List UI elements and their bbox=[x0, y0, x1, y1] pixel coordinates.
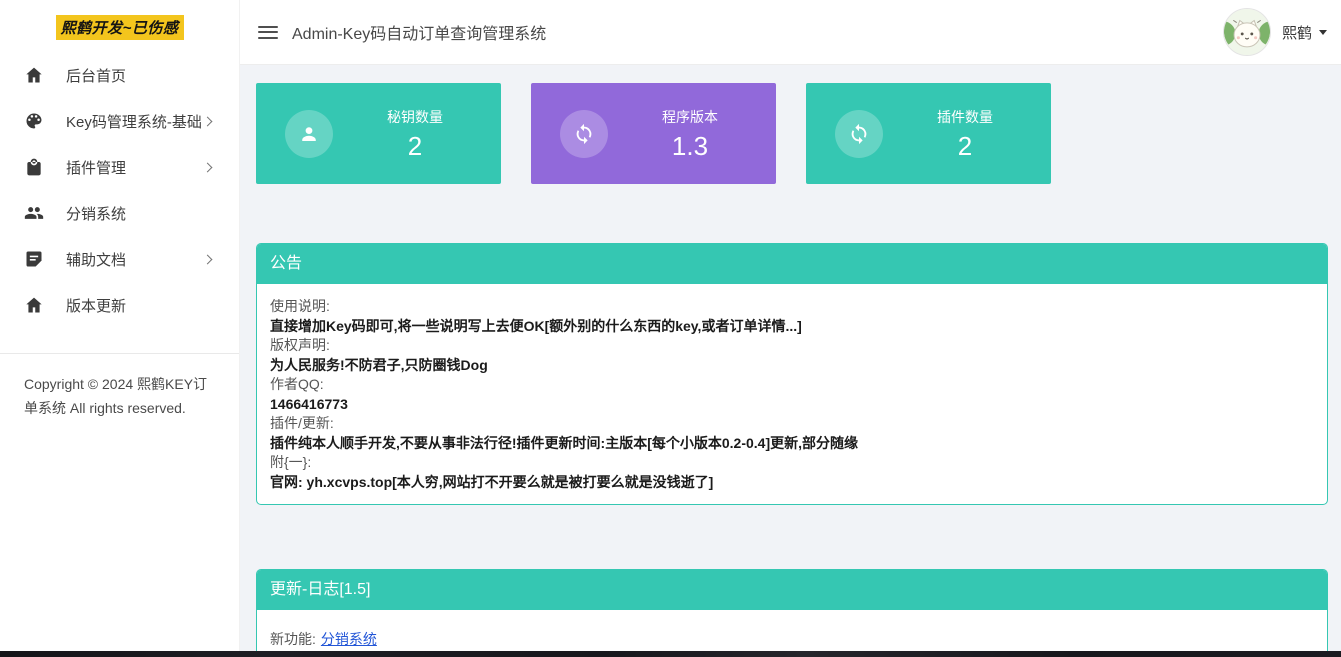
cat-avatar-image bbox=[1224, 9, 1270, 55]
distribution-system-link[interactable]: 分销系统 bbox=[321, 631, 377, 647]
changelog-panel: 更新-日志[1.5] 新功能: 分销系统 bbox=[256, 569, 1328, 657]
changelog-panel-title: 更新-日志[1.5] bbox=[257, 570, 1327, 610]
sidebar-nav: 后台首页 Key码管理系统-基础插件管理分销系统辅助文档版本更新 bbox=[0, 52, 239, 328]
announcement-line: 官网: yh.xcvps.top[本人穷,网站打不开要么就是被打要么就是没钱逝了… bbox=[270, 473, 1314, 493]
app-window: 熙鹤开发~已伤感 后台首页Key码管理系统-基础插件管理分销系统辅助文档版本更新… bbox=[0, 0, 1341, 657]
person-icon bbox=[285, 110, 333, 158]
sidebar-item-label: 后台首页 bbox=[66, 65, 126, 86]
chevron-right-icon bbox=[203, 254, 213, 264]
sidebar-item-label: 插件管理 bbox=[66, 157, 126, 178]
sync-icon bbox=[835, 110, 883, 158]
chevron-right-icon bbox=[203, 116, 213, 126]
group-icon bbox=[24, 203, 44, 223]
announcement-line: 插件/更新: bbox=[270, 414, 1314, 434]
chevron-down-icon bbox=[1319, 30, 1327, 35]
avatar[interactable] bbox=[1223, 8, 1271, 56]
document-icon bbox=[24, 249, 44, 269]
announcement-line: 附{一}: bbox=[270, 453, 1314, 473]
copyright-text: Copyright © 2024 熙鹤KEY订单系统 All rights re… bbox=[0, 354, 239, 420]
bag-icon bbox=[24, 157, 44, 177]
announcement-panel-body: 使用说明:直接增加Key码即可,将一些说明写上去便OK[额外别的什么东西的key… bbox=[257, 284, 1327, 504]
palette-icon bbox=[24, 111, 44, 131]
stat-value: 2 bbox=[333, 132, 497, 160]
user-menu[interactable]: 熙鹤 bbox=[1223, 8, 1327, 56]
announcement-line: 直接增加Key码即可,将一些说明写上去便OK[额外别的什么东西的key,或者订单… bbox=[270, 317, 1314, 337]
sidebar-item-label: 辅助文档 bbox=[66, 249, 126, 270]
changelog-entry-prefix: 新功能: bbox=[270, 631, 316, 647]
stat-card: 程序版本 1.3 bbox=[531, 83, 776, 184]
sync-icon bbox=[560, 110, 608, 158]
sidebar-item-label: 分销系统 bbox=[66, 203, 126, 224]
announcement-line: 作者QQ: bbox=[270, 375, 1314, 395]
stat-label: 程序版本 bbox=[608, 107, 772, 127]
sidebar-item-home-5[interactable]: 版本更新 bbox=[0, 282, 239, 328]
sidebar-item-label: Key码管理系统-基础 bbox=[66, 111, 202, 132]
stat-value: 1.3 bbox=[608, 132, 772, 160]
stats-row: 秘钥数量 2 程序版本 1.3 插件数量 2 bbox=[256, 83, 1328, 184]
sidebar-item-palette-1[interactable]: Key码管理系统-基础 bbox=[0, 98, 239, 144]
announcement-panel: 公告 使用说明:直接增加Key码即可,将一些说明写上去便OK[额外别的什么东西的… bbox=[256, 243, 1328, 505]
changelog-panel-body: 新功能: 分销系统 bbox=[257, 610, 1327, 657]
stat-label: 秘钥数量 bbox=[333, 107, 497, 127]
username-label: 熙鹤 bbox=[1282, 22, 1312, 43]
taskbar-edge-strip bbox=[0, 651, 1341, 657]
home-icon bbox=[24, 65, 44, 85]
chevron-right-icon bbox=[203, 162, 213, 172]
stat-card: 秘钥数量 2 bbox=[256, 83, 501, 184]
stat-label: 插件数量 bbox=[883, 107, 1047, 127]
stat-value: 2 bbox=[883, 132, 1047, 160]
sidebar-item-home-0[interactable]: 后台首页 bbox=[0, 52, 239, 98]
hamburger-menu-icon[interactable] bbox=[258, 26, 278, 39]
stat-card: 插件数量 2 bbox=[806, 83, 1051, 184]
announcement-panel-title: 公告 bbox=[257, 244, 1327, 284]
sidebar-item-bag-2[interactable]: 插件管理 bbox=[0, 144, 239, 190]
home-icon bbox=[24, 295, 44, 315]
announcement-line: 1466416773 bbox=[270, 395, 1314, 415]
sidebar-item-label: 版本更新 bbox=[66, 295, 126, 316]
announcement-line: 使用说明: bbox=[270, 297, 1314, 317]
content-area: 秘钥数量 2 程序版本 1.3 插件数量 2 公告 使用说明:直接增加Key码即可,将一些… bbox=[240, 65, 1341, 657]
announcement-line: 版权声明: bbox=[270, 336, 1314, 356]
page-title: Admin-Key码自动订单查询管理系统 bbox=[292, 20, 546, 44]
announcement-line: 插件纯本人顺手开发,不要从事非法行径!插件更新时间:主版本[每个小版本0.2-0… bbox=[270, 434, 1314, 454]
sidebar-item-group-3[interactable]: 分销系统 bbox=[0, 190, 239, 236]
sidebar-brand-banner: 熙鹤开发~已伤感 bbox=[56, 15, 184, 40]
top-header: Admin-Key码自动订单查询管理系统 bbox=[240, 0, 1341, 65]
announcement-line: 为人民服务!不防君子,只防圈钱Dog bbox=[270, 356, 1314, 376]
main-area: Admin-Key码自动订单查询管理系统 bbox=[240, 0, 1341, 657]
sidebar-item-document-4[interactable]: 辅助文档 bbox=[0, 236, 239, 282]
sidebar: 熙鹤开发~已伤感 后台首页 Key码管理系统-基础插件管理分销系统辅助文档版本更新… bbox=[0, 0, 240, 657]
